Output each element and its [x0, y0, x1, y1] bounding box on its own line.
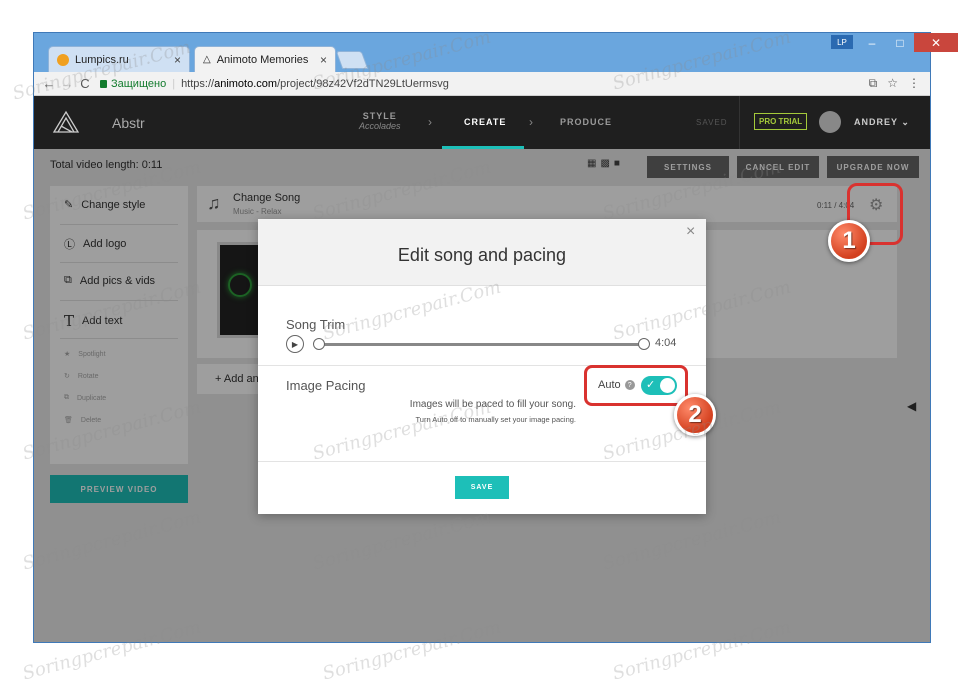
- close-window-icon[interactable]: ✕: [914, 33, 958, 52]
- project-name[interactable]: Abstr: [112, 115, 145, 131]
- step-arrow-icon: ›: [529, 115, 533, 129]
- step-create[interactable]: CREATE: [464, 117, 506, 127]
- pacing-note: Turn Auto off to manually set your image…: [415, 415, 576, 424]
- avatar[interactable]: [819, 111, 841, 133]
- tab-label: Animoto Memories: [216, 53, 309, 66]
- url-separator: |: [172, 77, 176, 90]
- tab-lumpics[interactable]: Lumpics.ru ×: [48, 46, 190, 72]
- user-name: ANDREY: [854, 117, 898, 127]
- step-badge-1: 1: [828, 220, 870, 262]
- maximize-icon[interactable]: □: [886, 33, 914, 52]
- tab-strip: Lumpics.ru × △ Animoto Memories × LP – □…: [34, 33, 958, 72]
- tab-label: Lumpics.ru: [75, 53, 129, 66]
- header-divider: [739, 96, 740, 149]
- address-bar-actions: ⧉ ☆ ⋮: [869, 76, 920, 91]
- image-pacing-label: Image Pacing: [286, 378, 366, 393]
- menu-icon[interactable]: ⋮: [908, 76, 920, 91]
- animoto-logo-icon[interactable]: [52, 108, 80, 136]
- app-header: Abstr STYLE Accolades › CREATE › PRODUCE…: [34, 96, 930, 149]
- tab-animoto[interactable]: △ Animoto Memories ×: [194, 46, 336, 72]
- user-menu[interactable]: ANDREY ⌄: [854, 117, 910, 128]
- step-style-value: Accolades: [359, 121, 401, 131]
- step-arrow-icon: ›: [428, 115, 432, 129]
- url-domain: animoto.com: [214, 77, 278, 90]
- url-field[interactable]: https://animoto.com/project/98z42Vf2dTN2…: [181, 78, 449, 90]
- step-produce[interactable]: PRODUCE: [560, 117, 612, 127]
- step-style-label: STYLE: [362, 111, 397, 121]
- trim-start-handle[interactable]: [313, 338, 325, 350]
- close-icon[interactable]: ×: [686, 223, 695, 241]
- secure-indicator[interactable]: Защищено: [100, 78, 166, 90]
- highlight-box-toggle: [584, 365, 688, 406]
- url-path: /project/98z42Vf2dTN29LtUermsvg: [277, 77, 449, 90]
- reload-icon[interactable]: C: [76, 76, 94, 91]
- animoto-favicon-icon: △: [203, 54, 211, 65]
- secure-label: Защищено: [111, 77, 167, 90]
- address-bar: ← → C Защищено | https://animoto.com/pro…: [34, 72, 930, 96]
- translate-icon[interactable]: ⧉: [869, 76, 878, 91]
- profile-badge[interactable]: LP: [831, 35, 853, 49]
- pacing-description: Images will be paced to fill your song.: [409, 399, 576, 410]
- step-style[interactable]: STYLE Accolades: [359, 111, 401, 131]
- lumpics-favicon-icon: [57, 53, 69, 66]
- url-scheme: https://: [181, 77, 215, 90]
- close-tab-icon[interactable]: ×: [320, 53, 327, 67]
- chevron-down-icon: ⌄: [901, 117, 910, 127]
- modal-title: Edit song and pacing: [397, 245, 567, 265]
- saved-status: SAVED: [696, 118, 728, 127]
- forward-icon[interactable]: →: [58, 76, 76, 91]
- close-tab-icon[interactable]: ×: [174, 53, 181, 67]
- trim-slider-track[interactable]: [319, 343, 644, 346]
- trim-end-time: 4:04: [655, 337, 677, 349]
- save-button[interactable]: SAVE: [455, 476, 509, 499]
- song-trim-label: Song Trim: [286, 317, 346, 332]
- pro-trial-badge[interactable]: PRO TRIAL: [754, 113, 808, 130]
- star-icon[interactable]: ☆: [887, 76, 898, 91]
- divider: [258, 461, 706, 462]
- back-icon[interactable]: ←: [40, 76, 58, 91]
- lock-icon: [100, 79, 107, 88]
- play-icon[interactable]: ▶: [286, 335, 304, 353]
- minimize-icon[interactable]: –: [858, 33, 886, 52]
- window-controls: – □ ✕: [858, 33, 958, 52]
- step-badge-2: 2: [674, 394, 716, 436]
- trim-end-handle[interactable]: [638, 338, 650, 350]
- new-tab-button[interactable]: [335, 51, 369, 69]
